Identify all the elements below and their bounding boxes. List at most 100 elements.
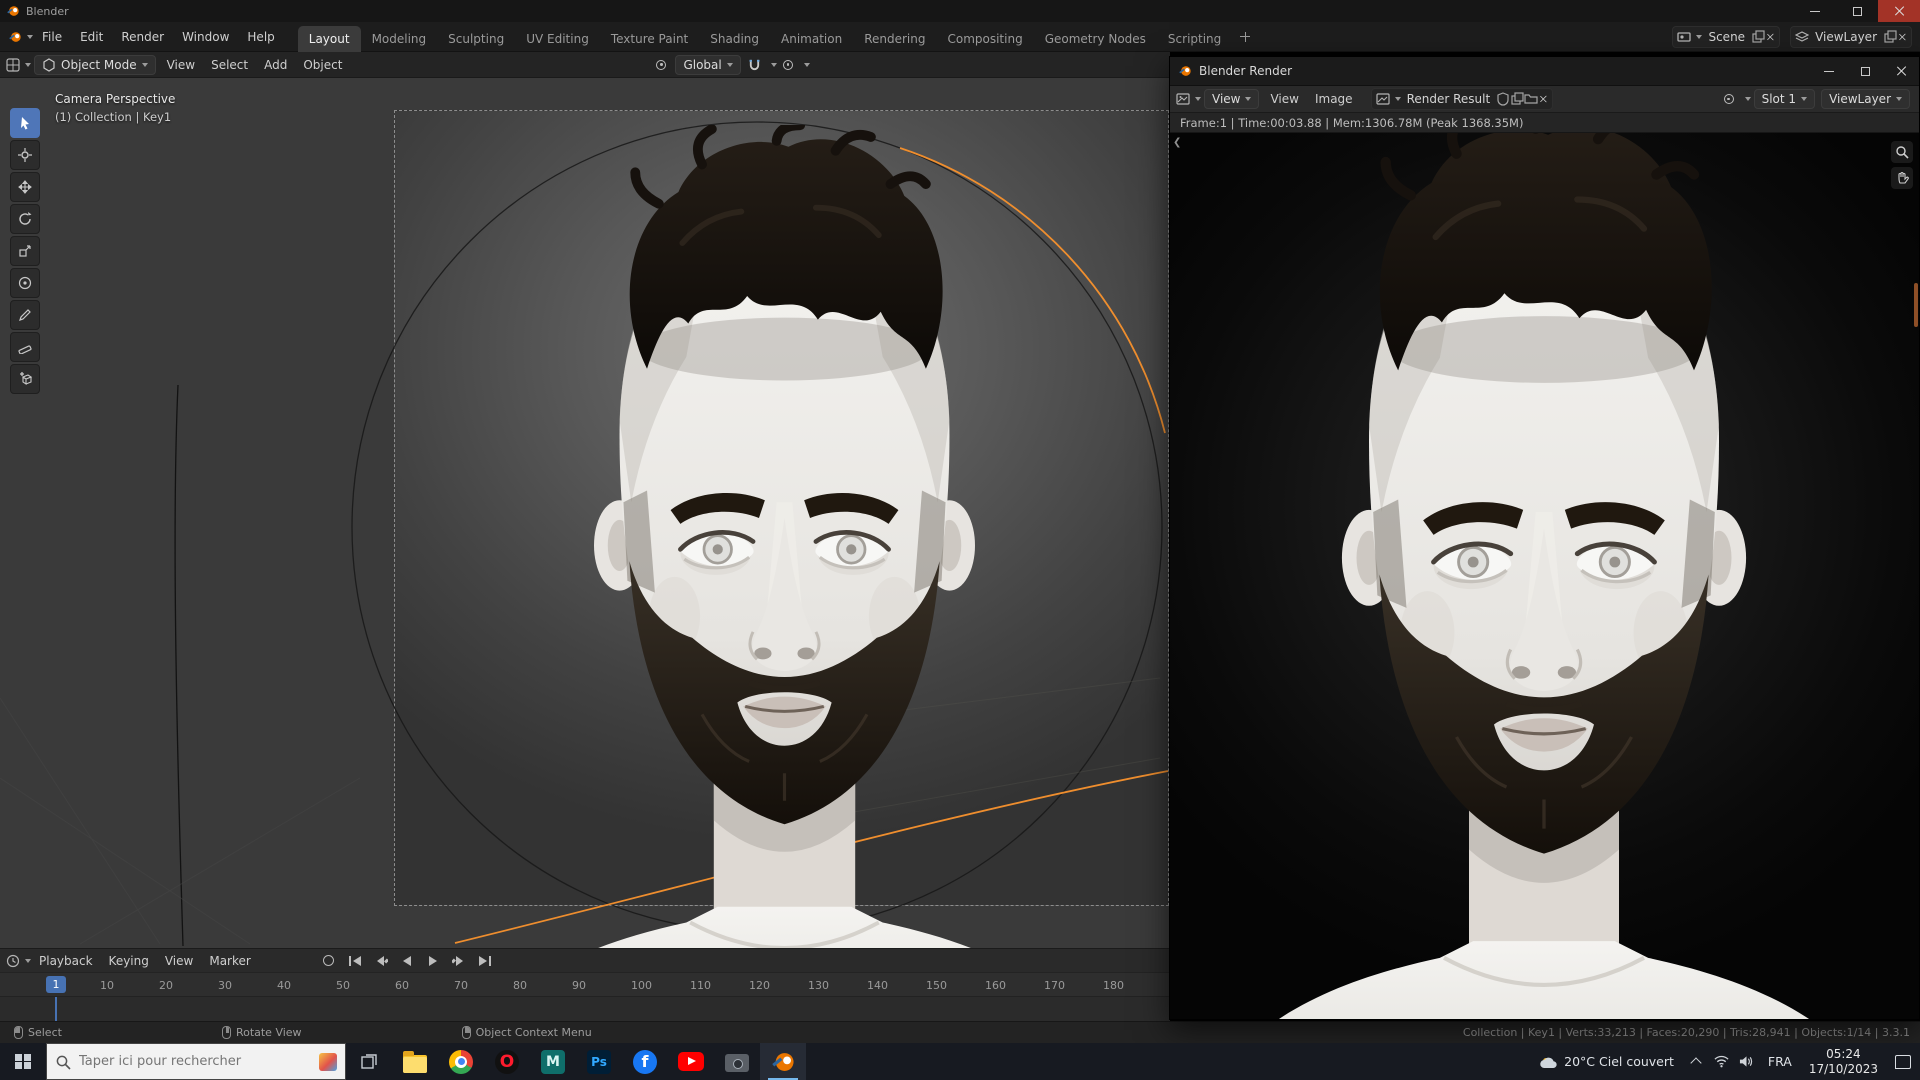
viewport-menu-item[interactable]: Object	[295, 54, 350, 76]
menu-item[interactable]: Edit	[71, 26, 112, 48]
image-menu-item[interactable]: View	[1262, 88, 1306, 110]
menu-item[interactable]: File	[33, 26, 71, 48]
menu-item[interactable]: Window	[173, 26, 238, 48]
workspace-tab[interactable]: Compositing	[936, 26, 1033, 52]
image-editor-type-button[interactable]	[1176, 92, 1201, 106]
timeline-menu-item[interactable]: View	[157, 950, 201, 972]
timeline-menu-item[interactable]: Playback	[31, 950, 101, 972]
taskbar-search[interactable]	[46, 1043, 346, 1080]
snap-magnet-icon[interactable]	[745, 55, 765, 75]
language-indicator[interactable]: FRA	[1759, 1043, 1801, 1080]
display-channels-icon[interactable]	[1719, 89, 1739, 109]
workspace-tab[interactable]: Rendering	[853, 26, 936, 52]
timeline-channel-area[interactable]	[0, 996, 1170, 1022]
maximize-button[interactable]	[1836, 0, 1878, 22]
proportional-options-caret[interactable]	[803, 62, 810, 67]
workspace-tab[interactable]: Scripting	[1157, 26, 1232, 52]
workspace-tab[interactable]: Animation	[770, 26, 853, 52]
new-viewlayer-icon[interactable]	[1883, 29, 1897, 44]
next-keyframe-button[interactable]	[449, 953, 469, 969]
workspace-tab[interactable]: Sculpting	[437, 26, 515, 52]
slot-dropdown[interactable]: Slot 1	[1753, 89, 1816, 109]
add-workspace-button[interactable]	[1236, 28, 1254, 46]
jump-to-start-button[interactable]	[345, 953, 365, 969]
menu-item[interactable]: Help	[238, 26, 283, 48]
new-scene-icon[interactable]	[1751, 29, 1765, 44]
timeline-menu-item[interactable]: Keying	[101, 950, 157, 972]
taskbar-app-facebook[interactable]: f	[622, 1043, 668, 1080]
channels-caret[interactable]	[1744, 97, 1751, 101]
taskbar-app-chrome[interactable]	[438, 1043, 484, 1080]
viewport-3d[interactable]: Camera Perspective (1) Collection | Key1	[0, 78, 1170, 948]
viewport-menu-item[interactable]: View	[159, 54, 203, 76]
render-layer-dropdown[interactable]: ViewLayer	[1821, 89, 1910, 109]
taskbar-app-opera[interactable]: O	[484, 1043, 530, 1080]
taskbar-app-youtube[interactable]	[668, 1043, 714, 1080]
timeline-menu-item[interactable]: Marker	[201, 950, 258, 972]
search-highlights-icon[interactable]	[319, 1052, 337, 1071]
measure-tool[interactable]	[10, 332, 40, 362]
auto-keying-button[interactable]	[319, 953, 339, 969]
render-result-area[interactable]: ❮	[1170, 133, 1919, 1019]
annotate-tool[interactable]	[10, 300, 40, 330]
play-reverse-button[interactable]	[397, 953, 417, 969]
transform-tool[interactable]	[10, 268, 40, 298]
workspace-tab[interactable]: Geometry Nodes	[1034, 26, 1157, 52]
taskbar-app-maya[interactable]: M	[530, 1043, 576, 1080]
menu-item[interactable]: Render	[112, 26, 173, 48]
cursor-tool[interactable]	[10, 140, 40, 170]
hidden-icons-button[interactable]	[1683, 1043, 1709, 1080]
render-close-button[interactable]	[1883, 57, 1919, 85]
render-maximize-button[interactable]	[1847, 57, 1883, 85]
fake-user-shield-icon[interactable]	[1496, 92, 1510, 106]
render-window[interactable]: Blender Render View View Image Render Res…	[1169, 56, 1920, 1020]
unlink-scene-icon[interactable]	[1767, 33, 1774, 40]
clock[interactable]: 05:24 17/10/2023	[1801, 1047, 1886, 1077]
prev-keyframe-button[interactable]	[371, 953, 391, 969]
viewlayer-selector[interactable]: ViewLayer	[1790, 25, 1912, 48]
taskbar-app-photoshop[interactable]: Ps	[576, 1043, 622, 1080]
taskbar-app-capture-tool[interactable]	[714, 1043, 760, 1080]
search-input[interactable]	[79, 1054, 289, 1069]
viewport-head-model[interactable]	[431, 125, 1138, 948]
zoom-gizmo[interactable]	[1891, 141, 1913, 163]
transform-pivot-icon[interactable]	[651, 55, 671, 75]
weather-widget[interactable]: 20°C Ciel couvert	[1531, 1043, 1683, 1080]
close-button[interactable]	[1878, 0, 1920, 22]
volume-icon[interactable]	[1734, 1043, 1759, 1080]
timeline-editor-type-button[interactable]	[6, 954, 31, 968]
workspace-tab[interactable]: Modeling	[361, 26, 438, 52]
render-minimize-button[interactable]	[1811, 57, 1847, 85]
play-button[interactable]	[423, 953, 443, 969]
viewport-menu-item[interactable]: Add	[256, 54, 295, 76]
jump-to-end-button[interactable]	[475, 953, 495, 969]
image-datablock-selector[interactable]: Render Result	[1370, 88, 1554, 110]
taskbar-app-blender[interactable]	[760, 1043, 806, 1080]
workspace-tab[interactable]: Texture Paint	[600, 26, 699, 52]
add-cube-tool[interactable]	[10, 364, 40, 394]
scale-tool[interactable]	[10, 236, 40, 266]
viewport-menu-item[interactable]: Select	[203, 54, 256, 76]
mode-dropdown[interactable]: Object Mode	[34, 54, 156, 75]
timeline-ruler[interactable]: 10 20 30 40 50 60 70 80 90 100 110 120 130 140 150 160 1…	[0, 972, 1170, 996]
proportional-edit-icon[interactable]	[778, 55, 798, 75]
scene-selector[interactable]: Scene	[1672, 25, 1781, 48]
task-view-button[interactable]	[346, 1043, 392, 1080]
snap-options-caret[interactable]	[770, 62, 777, 67]
select-box-tool[interactable]	[10, 108, 40, 138]
orientation-dropdown[interactable]: Global	[675, 54, 741, 75]
workspace-tab[interactable]: UV Editing	[515, 26, 600, 52]
taskbar-app-file-explorer[interactable]	[392, 1043, 438, 1080]
current-frame-indicator[interactable]: 1	[46, 976, 66, 993]
render-window-titlebar[interactable]: Blender Render	[1170, 57, 1919, 85]
duplicate-image-icon[interactable]	[1510, 92, 1524, 106]
workspace-tab[interactable]: Shading	[699, 26, 770, 52]
editor-type-button[interactable]	[6, 57, 31, 72]
minimize-button[interactable]	[1794, 0, 1836, 22]
action-center-button[interactable]	[1886, 1043, 1920, 1080]
start-button[interactable]	[0, 1043, 46, 1080]
blender-menu-button[interactable]	[8, 30, 33, 44]
remove-viewlayer-icon[interactable]	[1899, 33, 1906, 40]
image-menu-item[interactable]: Image	[1307, 88, 1361, 110]
network-status-icon[interactable]	[1709, 1043, 1734, 1080]
